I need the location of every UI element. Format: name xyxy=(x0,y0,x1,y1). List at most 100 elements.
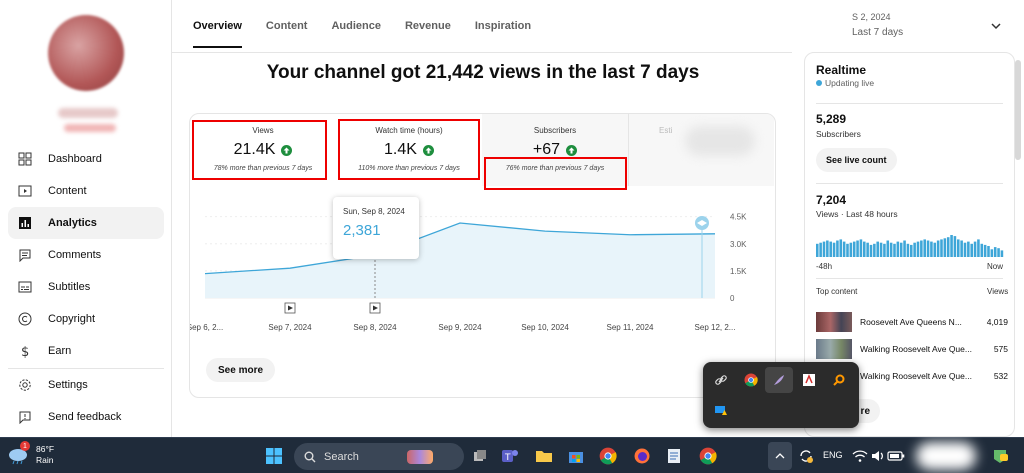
realtime-bar[interactable] xyxy=(960,240,963,258)
realtime-bar[interactable] xyxy=(983,244,987,257)
realtime-bar[interactable] xyxy=(953,236,957,257)
realtime-bar[interactable] xyxy=(869,244,873,257)
realtime-bar[interactable] xyxy=(973,241,977,257)
realtime-bar[interactable] xyxy=(923,239,926,257)
realtime-bar[interactable] xyxy=(883,243,886,257)
store-icon[interactable] xyxy=(566,446,586,466)
file-explorer-icon[interactable] xyxy=(534,446,554,466)
realtime-bar[interactable] xyxy=(849,242,853,257)
link-icon[interactable] xyxy=(711,370,731,390)
realtime-bar[interactable] xyxy=(876,241,879,257)
realtime-bar[interactable] xyxy=(916,241,920,257)
realtime-bar[interactable] xyxy=(997,248,1000,257)
realtime-bar[interactable] xyxy=(906,243,910,257)
realtime-bar[interactable] xyxy=(856,240,859,258)
see-more-button[interactable]: See more xyxy=(206,358,276,382)
realtime-bar[interactable] xyxy=(920,240,923,258)
realtime-bar[interactable] xyxy=(819,242,822,257)
onedrive-warning-icon[interactable] xyxy=(711,400,731,420)
realtime-bar[interactable] xyxy=(899,242,903,257)
sidebar-item-comments[interactable]: Comments xyxy=(8,239,164,271)
realtime-bar[interactable] xyxy=(943,238,947,257)
realtime-bar[interactable] xyxy=(886,240,890,258)
realtime-bar[interactable] xyxy=(816,243,819,257)
realtime-bar[interactable] xyxy=(967,241,970,257)
pdf-app-icon[interactable] xyxy=(799,370,819,390)
realtime-bar[interactable] xyxy=(829,241,832,257)
date-range-selector[interactable]: S 2, 2024 Last 7 days xyxy=(852,12,972,38)
realtime-bar[interactable] xyxy=(866,242,869,257)
realtime-bar[interactable] xyxy=(957,239,960,257)
realtime-bar[interactable] xyxy=(946,237,950,257)
realtime-bar[interactable] xyxy=(926,240,930,258)
clock-blurred[interactable] xyxy=(916,442,976,470)
tab-content[interactable]: Content xyxy=(266,0,308,52)
sidebar-item-settings[interactable]: Settings xyxy=(8,369,164,401)
tab-revenue[interactable]: Revenue xyxy=(405,0,451,52)
realtime-bar[interactable] xyxy=(977,239,980,257)
windows-start-icon[interactable] xyxy=(264,446,284,466)
sidebar-item-earn[interactable]: $ Earn xyxy=(8,335,164,367)
views-chart[interactable]: 4.5K 3.0K 1.5K 0 Sep 6, 2... Sep 7, 2024 Sep 8… xyxy=(190,194,776,354)
realtime-bar[interactable] xyxy=(936,240,940,258)
chrome-icon[interactable] xyxy=(741,370,761,390)
volume-icon[interactable] xyxy=(868,446,888,466)
realtime-bar[interactable] xyxy=(852,241,856,257)
tab-overview[interactable]: Overview xyxy=(193,0,242,52)
sidebar-item-dashboard[interactable]: Dashboard xyxy=(8,143,164,175)
task-view-icon[interactable] xyxy=(470,446,490,466)
realtime-bar[interactable] xyxy=(842,241,846,257)
chrome-profile-icon[interactable] xyxy=(698,446,718,466)
realtime-bar[interactable] xyxy=(970,243,973,257)
sidebar-item-content[interactable]: Content xyxy=(8,175,164,207)
sidebar-item-send-feedback[interactable]: Send feedback xyxy=(8,401,164,433)
realtime-bar[interactable] xyxy=(930,241,933,257)
battery-icon[interactable] xyxy=(886,446,906,466)
top-content-row[interactable]: Roosevelt Ave Queens N... 4,019 xyxy=(816,311,1012,333)
tab-audience[interactable]: Audience xyxy=(331,0,381,52)
show-hidden-icons-button[interactable] xyxy=(768,442,792,470)
realtime-bar[interactable] xyxy=(889,242,893,257)
realtime-bar[interactable] xyxy=(879,242,883,257)
realtime-bar-chart[interactable] xyxy=(816,233,1004,257)
realtime-bar[interactable] xyxy=(903,240,906,258)
top-content-row[interactable]: Walking Roosevelt Ave Que... 575 xyxy=(816,338,1012,360)
see-live-count-button[interactable]: See live count xyxy=(816,148,897,172)
feather-icon[interactable] xyxy=(765,367,793,393)
taskbar-search[interactable]: Search xyxy=(294,443,464,470)
channel-avatar[interactable] xyxy=(48,15,124,91)
wifi-icon[interactable] xyxy=(850,446,870,466)
realtime-bar[interactable] xyxy=(839,239,843,257)
realtime-bar[interactable] xyxy=(987,246,990,257)
teams-icon[interactable]: T xyxy=(500,446,520,466)
notification-center-icon[interactable] xyxy=(990,446,1010,466)
sidebar-item-analytics[interactable]: Analytics xyxy=(8,207,164,239)
realtime-bar[interactable] xyxy=(993,247,997,257)
realtime-bar[interactable] xyxy=(963,242,967,257)
realtime-bar[interactable] xyxy=(940,239,943,257)
sidebar-item-copyright[interactable]: Copyright xyxy=(8,303,164,335)
language-indicator[interactable]: ENG xyxy=(823,450,843,460)
chevron-down-icon[interactable] xyxy=(990,20,1002,32)
search-app-icon[interactable] xyxy=(829,370,849,390)
realtime-bar[interactable] xyxy=(1000,250,1004,257)
realtime-bar[interactable] xyxy=(913,242,916,257)
realtime-bar[interactable] xyxy=(893,243,896,257)
realtime-bar[interactable] xyxy=(933,242,937,257)
chrome-taskbar-icon[interactable] xyxy=(598,446,618,466)
realtime-bar[interactable] xyxy=(832,242,836,257)
page-scrollbar[interactable] xyxy=(1015,60,1021,160)
metric-estimated-revenue[interactable]: Esti xyxy=(628,114,774,186)
notepad-icon[interactable] xyxy=(664,446,684,466)
realtime-bar[interactable] xyxy=(990,249,994,257)
sync-icon[interactable] xyxy=(796,446,816,466)
realtime-bar[interactable] xyxy=(873,243,876,257)
realtime-bar[interactable] xyxy=(846,243,849,257)
firefox-icon[interactable] xyxy=(632,446,652,466)
sidebar-item-subtitles[interactable]: Subtitles xyxy=(8,271,164,303)
realtime-bar[interactable] xyxy=(896,241,900,257)
realtime-bar[interactable] xyxy=(950,235,953,257)
realtime-bar[interactable] xyxy=(826,240,829,258)
tab-inspiration[interactable]: Inspiration xyxy=(475,0,531,52)
realtime-bar[interactable] xyxy=(859,239,863,257)
